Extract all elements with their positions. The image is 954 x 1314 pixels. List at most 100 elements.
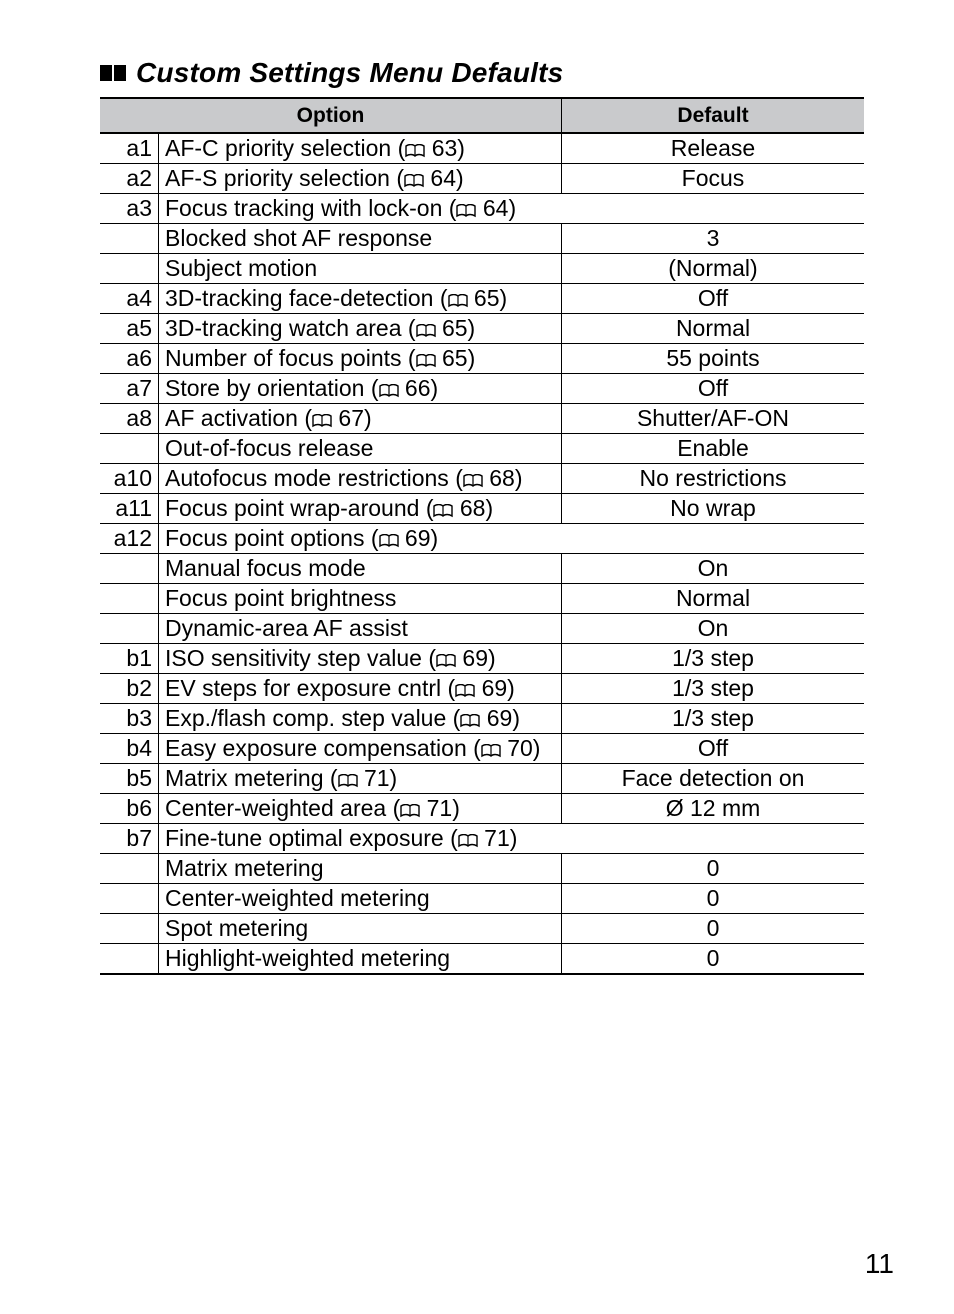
row-default: 0 [562,944,865,975]
row-code: b5 [100,764,159,794]
table-row: a43D-tracking face-detection ( 65)Off [100,284,864,314]
row-default: Off [562,734,865,764]
row-option: Matrix metering ( 71) [159,764,562,794]
page-ref: ( 69) [428,645,495,671]
row-code [100,944,159,975]
page-ref: ( 64) [449,195,516,221]
page-ref-icon [416,324,436,338]
row-option: Fine-tune optimal exposure ( 71) [159,824,865,854]
page-ref-icon [312,414,332,428]
row-default: (Normal) [562,254,865,284]
table-row: a3Focus tracking with lock-on ( 64) [100,194,864,224]
page-ref-icon [460,714,480,728]
row-option: AF-S priority selection ( 64) [159,164,562,194]
row-code: a11 [100,494,159,524]
option-name: EV steps for exposure cntrl [165,675,441,701]
table-row: b3Exp./flash comp. step value ( 69)1/3 s… [100,704,864,734]
row-code: b2 [100,674,159,704]
row-code [100,434,159,464]
row-option: AF activation ( 67) [159,404,562,434]
option-name: Easy exposure compensation [165,735,467,761]
row-code: a8 [100,404,159,434]
option-name: 3D-tracking face-detection [165,285,433,311]
row-default: On [562,614,865,644]
page-ref: ( 71) [393,795,460,821]
table-row: Blocked shot AF response3 [100,224,864,254]
row-code: a4 [100,284,159,314]
page-ref-number: 64 [430,165,456,191]
page-ref: ( 65) [408,345,475,371]
table-row: Center-weighted metering0 [100,884,864,914]
option-name: Center-weighted area [165,795,386,821]
row-option-sub: Matrix metering [159,854,562,884]
row-code: a12 [100,524,159,554]
row-default: 1/3 step [562,674,865,704]
row-code: b4 [100,734,159,764]
row-default: No wrap [562,494,865,524]
row-option: ISO sensitivity step value ( 69) [159,644,562,674]
row-option-sub: Spot metering [159,914,562,944]
table-row: Spot metering0 [100,914,864,944]
row-option: Number of focus points ( 65) [159,344,562,374]
table-row: Out-of-focus releaseEnable [100,434,864,464]
page-ref: ( 67) [304,405,371,431]
row-default: 0 [562,884,865,914]
table-row: a53D-tracking watch area ( 65)Normal [100,314,864,344]
page-ref: ( 69) [453,705,520,731]
row-code [100,254,159,284]
row-default: No restrictions [562,464,865,494]
row-code [100,914,159,944]
table-row: Focus point brightnessNormal [100,584,864,614]
table-row: a10Autofocus mode restrictions ( 68)No r… [100,464,864,494]
row-code: b1 [100,644,159,674]
row-default: Release [562,133,865,164]
option-name: AF activation [165,405,298,431]
settings-table: Option Default a1AF-C priority selection… [100,97,864,975]
row-option-sub: Blocked shot AF response [159,224,562,254]
row-code [100,224,159,254]
row-option: Focus point options ( 69) [159,524,865,554]
page-ref-number: 71 [364,765,390,791]
option-name: AF-S priority selection [165,165,390,191]
page-ref-icon [379,534,399,548]
row-default: Off [562,284,865,314]
page-ref-number: 65 [474,285,500,311]
option-name: Exp./flash comp. step value [165,705,446,731]
page-ref-number: 64 [483,195,509,221]
row-option-sub: Subject motion [159,254,562,284]
row-default: Face detection on [562,764,865,794]
row-code: a5 [100,314,159,344]
page-ref-icon [456,204,476,218]
page-ref: ( 69) [371,525,438,551]
option-name: Focus point wrap-around [165,495,419,521]
page-ref-number: 65 [442,315,468,341]
page-ref: ( 66) [371,375,438,401]
row-option-sub: Manual focus mode [159,554,562,584]
row-code [100,584,159,614]
row-code: a10 [100,464,159,494]
page-ref-number: 69 [482,675,508,701]
option-name: Autofocus mode restrictions [165,465,449,491]
row-option-sub: Center-weighted metering [159,884,562,914]
row-code [100,614,159,644]
row-option: 3D-tracking face-detection ( 65) [159,284,562,314]
row-default: 1/3 step [562,704,865,734]
row-code: a6 [100,344,159,374]
table-row: Highlight-weighted metering0 [100,944,864,975]
page-ref: ( 64) [396,165,463,191]
page-ref-number: 71 [484,825,510,851]
table-row: a11Focus point wrap-around ( 68)No wrap [100,494,864,524]
row-code [100,554,159,584]
page-ref-icon [338,774,358,788]
table-row: b5Matrix metering ( 71)Face detection on [100,764,864,794]
option-name: ISO sensitivity step value [165,645,422,671]
option-name: Focus point options [165,525,364,551]
table-row: b7Fine-tune optimal exposure ( 71) [100,824,864,854]
row-default: 55 points [562,344,865,374]
table-row: b6Center-weighted area ( 71)Ø 12 mm [100,794,864,824]
option-name: 3D-tracking watch area [165,315,402,341]
table-row: a8AF activation ( 67)Shutter/AF-ON [100,404,864,434]
page-ref-icon [416,354,436,368]
row-default: 0 [562,914,865,944]
page-ref-number: 63 [432,135,458,161]
